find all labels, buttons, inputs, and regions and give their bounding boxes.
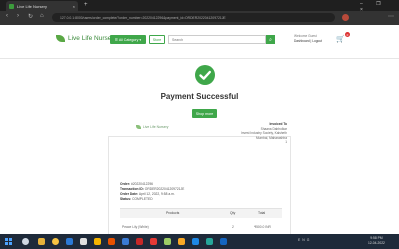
taskbar-app-icon[interactable] [122, 238, 129, 245]
taskbar-app-icon[interactable] [80, 238, 87, 245]
taskbar-app-icon[interactable] [178, 238, 185, 245]
account-links: Welcome Guest Dashboard | Logout [294, 34, 322, 43]
status-label: Status: [120, 197, 132, 201]
new-tab-icon[interactable]: + [84, 2, 88, 8]
web-page: Live Life Nursery ☰ All Category ▾ Store… [0, 25, 399, 234]
transaction-label: Transaction ID: [120, 187, 144, 191]
dashboard-logout-links[interactable]: Dashboard | Logout [294, 39, 322, 44]
cart-count-badge: 0 [345, 32, 350, 37]
reload-icon[interactable]: ↻ [28, 13, 33, 20]
taskbar-app-icon[interactable] [164, 238, 171, 245]
back-icon[interactable]: ‹ [6, 13, 8, 19]
address-bar[interactable]: 127.0.0.1:8000/users/order_complete/?ord… [52, 13, 335, 22]
favicon-icon [9, 3, 14, 9]
taskbar-clock[interactable]: 9:58 PM 12-04-2022 [368, 236, 385, 245]
taskbar-files-icon[interactable] [38, 238, 45, 245]
order-number: #20220412296 [131, 182, 154, 186]
windows-taskbar [0, 234, 399, 249]
transaction-id: ORDER2022041209721JE [144, 187, 185, 191]
taskbar-app-icon[interactable] [66, 238, 73, 245]
column-total: Total [258, 211, 266, 215]
taskbar-search-icon[interactable] [22, 238, 29, 245]
invoice-leaf-icon [136, 125, 141, 129]
site-logo[interactable]: Live Life Nursery [56, 35, 117, 42]
forward-icon[interactable]: › [17, 13, 19, 19]
leaf-logo-icon [56, 35, 65, 42]
invoice-logo-text: Live Life Nursery [143, 125, 169, 129]
taskbar-app-icon[interactable] [108, 238, 115, 245]
invoiced-to-line: 1 [285, 140, 287, 145]
extension-icon[interactable] [342, 14, 349, 21]
shop-more-button[interactable]: Shop more [192, 109, 217, 118]
taskbar-app-icon[interactable] [94, 238, 101, 245]
column-qty: Qty [230, 211, 236, 215]
cell-qty: 2 [232, 225, 234, 229]
taskbar-chrome-icon[interactable] [52, 238, 59, 245]
search-input[interactable] [168, 35, 266, 44]
order-label: Order: [120, 182, 131, 186]
taskbar-vscode-icon[interactable] [220, 238, 227, 245]
windows-start-icon[interactable] [5, 238, 12, 245]
order-date-label: Order Date: [120, 192, 139, 196]
system-tray[interactable]: ENG [298, 238, 311, 242]
clock-time: 9:58 PM [370, 236, 383, 240]
order-date: April 12, 2022, 9:58 a.m. [138, 192, 175, 196]
taskbar-app-icon[interactable] [206, 238, 213, 245]
products-table-header: Products Qty Total [120, 208, 282, 218]
cell-product: Peace Lily (White) [122, 225, 149, 229]
store-button[interactable]: Store [149, 35, 165, 44]
browser-menu-icon[interactable]: ⋯ [388, 13, 394, 20]
browser-tab[interactable]: Live Life Nursery × [6, 1, 78, 11]
all-categories-button[interactable]: ☰ All Category ▾ [110, 35, 146, 44]
cart-icon[interactable]: 🛒 [336, 35, 345, 43]
tab-close-icon[interactable]: × [73, 4, 75, 9]
clock-date: 12-04-2022 [368, 240, 385, 245]
order-status: COMPLETED [132, 197, 153, 201]
taskbar-app-icon[interactable] [150, 238, 157, 245]
page-title: Payment Successful [160, 92, 239, 101]
invoiced-to: Invoiced To Shaana Dabholkar Invest Indu… [239, 122, 287, 145]
invoice-logo: Live Life Nursery [136, 125, 168, 129]
search-button[interactable]: ⌕ [266, 35, 275, 44]
tab-title: Live Life Nursery [17, 3, 48, 9]
taskbar-app-icon[interactable] [192, 238, 199, 245]
cell-total: ₹500.0 INR [254, 225, 271, 229]
success-check-icon [195, 65, 215, 85]
order-info: Order: #20220412296 Transaction ID: ORDE… [120, 182, 184, 202]
url-text: 127.0.0.1:8000/users/order_complete/?ord… [60, 15, 226, 20]
search-icon: ⌕ [269, 36, 272, 43]
taskbar-app-icon[interactable] [136, 238, 143, 245]
column-products: Products [166, 211, 180, 215]
home-icon[interactable]: ⌂ [40, 13, 44, 19]
